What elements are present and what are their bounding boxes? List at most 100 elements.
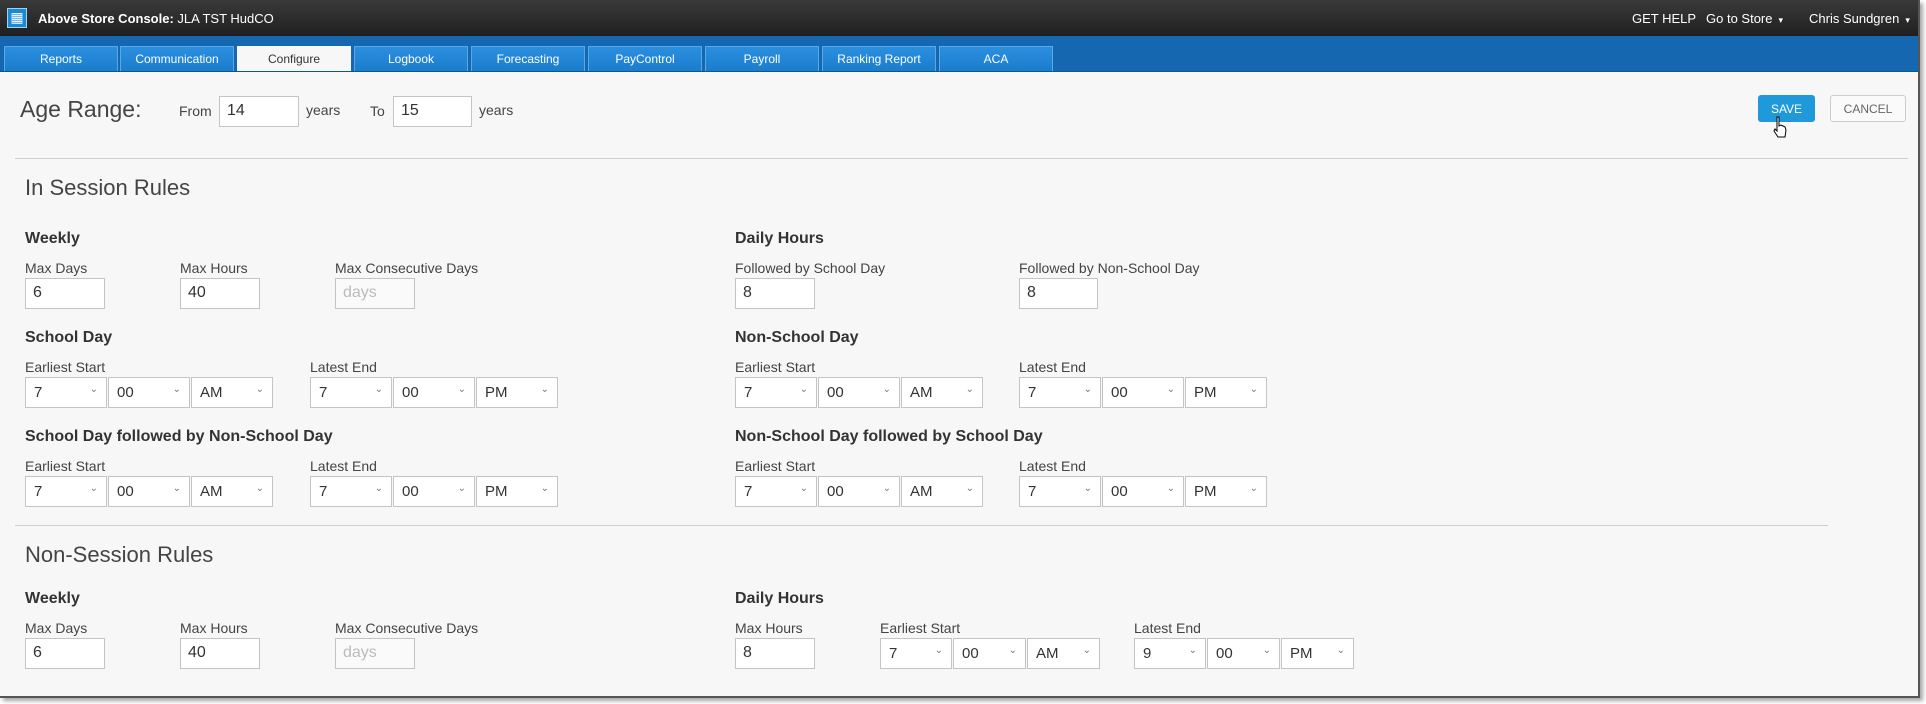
school-day-end-hour-select[interactable]: 7 ⌄ — [310, 377, 392, 408]
followed-by-school-day-input[interactable]: 8 — [735, 278, 815, 309]
non-then-school-end-hour-select[interactable]: 7 ⌄ — [1019, 476, 1101, 507]
chevron-down-icon: ⌄ — [1082, 645, 1091, 656]
school-day-start-hour-select[interactable]: 7 ⌄ — [25, 377, 107, 408]
tab-reports[interactable]: Reports — [4, 46, 118, 71]
select-value: 7 — [1028, 384, 1037, 401]
tab-paycontrol[interactable]: PayControl — [588, 46, 702, 71]
non-session-title: Non-Session Rules — [25, 542, 214, 567]
select-value: 7 — [744, 483, 753, 500]
non-session-max-days-input[interactable]: 6 — [25, 638, 105, 669]
chevron-down-icon: ⌄ — [1083, 483, 1092, 494]
non-then-school-start-minute-select[interactable]: 00 ⌄ — [818, 476, 900, 507]
in-session-max-days-input[interactable]: 6 — [25, 278, 105, 309]
max-hours-label: Max Hours — [735, 620, 803, 636]
followed-by-school-day-label: Followed by School Day — [735, 260, 886, 276]
max-hours-label: Max Hours — [180, 260, 248, 276]
tab-communication[interactable]: Communication — [120, 46, 234, 71]
non-session-end-ampm-select[interactable]: PM ⌄ — [1281, 638, 1354, 669]
chevron-down-icon: ⌄ — [1262, 645, 1271, 656]
user-menu[interactable]: Chris Sundgren ▾ — [1809, 11, 1910, 26]
in-session-max-consecutive-days-input[interactable]: days — [335, 278, 415, 309]
chevron-down-icon: ⌄ — [1249, 483, 1258, 494]
chevron-down-icon: ⌄ — [255, 483, 264, 494]
school-then-non-end-minute-select[interactable]: 00 ⌄ — [393, 476, 475, 507]
followed-by-non-school-day-label: Followed by Non-School Day — [1019, 260, 1200, 276]
select-value: 7 — [34, 384, 43, 401]
non-then-school-start-ampm-select[interactable]: AM ⌄ — [901, 476, 983, 507]
non-then-school-end-ampm-select[interactable]: PM ⌄ — [1185, 476, 1267, 507]
non-school-day-start-minute-select[interactable]: 00 ⌄ — [818, 377, 900, 408]
chevron-down-icon: ⌄ — [1166, 483, 1175, 494]
chevron-down-icon: ⌄ — [457, 384, 466, 395]
non-session-start-ampm-select[interactable]: AM ⌄ — [1027, 638, 1100, 669]
select-value: 7 — [889, 645, 898, 662]
school-then-non-start-minute-select[interactable]: 00 ⌄ — [108, 476, 190, 507]
chevron-down-icon: ⌄ — [965, 384, 974, 395]
cancel-button[interactable]: CANCEL — [1830, 95, 1906, 122]
tab-forecasting[interactable]: Forecasting — [471, 46, 585, 71]
non-session-end-minute-select[interactable]: 00 ⌄ — [1207, 638, 1280, 669]
select-value: PM — [1194, 483, 1217, 500]
non-school-day-end-ampm-select[interactable]: PM ⌄ — [1185, 377, 1267, 408]
school-day-end-minute-select[interactable]: 00 ⌄ — [393, 377, 475, 408]
school-day-start-minute-select[interactable]: 00 ⌄ — [108, 377, 190, 408]
select-value: 7 — [34, 483, 43, 500]
select-value: PM — [485, 483, 508, 500]
school-then-non-end-ampm-select[interactable]: PM ⌄ — [476, 476, 558, 507]
school-then-non-start-ampm-select[interactable]: AM ⌄ — [191, 476, 273, 507]
tab-configure[interactable]: Configure — [237, 46, 351, 71]
non-session-start-minute-select[interactable]: 00 ⌄ — [953, 638, 1026, 669]
school-then-non-start-hour-select[interactable]: 7 ⌄ — [25, 476, 107, 507]
followed-by-non-school-day-input[interactable]: 8 — [1019, 278, 1098, 309]
non-school-day-end-hour-select[interactable]: 7 ⌄ — [1019, 377, 1101, 408]
non-then-school-end-minute-select[interactable]: 00 ⌄ — [1102, 476, 1184, 507]
non-school-day-title: Non-School Day — [735, 329, 859, 346]
school-day-start-ampm-select[interactable]: AM ⌄ — [191, 377, 273, 408]
grid-logo-icon[interactable]: ▦ — [7, 8, 27, 28]
chevron-down-icon: ⌄ — [457, 483, 466, 494]
non-school-day-end-minute-select[interactable]: 00 ⌄ — [1102, 377, 1184, 408]
chevron-down-icon: ⌄ — [799, 483, 808, 494]
non-school-day-start-hour-select[interactable]: 7 ⌄ — [735, 377, 817, 408]
chevron-down-icon: ⌄ — [1166, 384, 1175, 395]
age-range-title: Age Range: — [20, 96, 142, 122]
tab-ranking-report[interactable]: Ranking Report — [822, 46, 936, 71]
latest-end-label: Latest End — [310, 359, 377, 375]
non-session-start-hour-select[interactable]: 7 ⌄ — [880, 638, 952, 669]
age-from-input[interactable]: 14 — [219, 96, 299, 127]
non-session-daily-max-hours-input[interactable]: 8 — [735, 638, 815, 669]
select-value: PM — [1194, 384, 1217, 401]
school-then-non-end-hour-select[interactable]: 7 ⌄ — [310, 476, 392, 507]
chevron-down-icon: ⌄ — [1188, 645, 1197, 656]
tab-logbook[interactable]: Logbook — [354, 46, 468, 71]
tab-payroll[interactable]: Payroll — [705, 46, 819, 71]
select-value: AM — [200, 483, 223, 500]
go-to-store-label: Go to Store — [1706, 11, 1773, 26]
earliest-start-label: Earliest Start — [735, 458, 816, 474]
school-day-end-ampm-select[interactable]: PM ⌄ — [476, 377, 558, 408]
non-school-day-start-ampm-select[interactable]: AM ⌄ — [901, 377, 983, 408]
non-session-end-hour-select[interactable]: 9 ⌄ — [1134, 638, 1206, 669]
latest-end-label: Latest End — [1019, 359, 1086, 375]
in-session-max-hours-input[interactable]: 40 — [180, 278, 260, 309]
school-then-non-school-title: School Day followed by Non-School Day — [25, 428, 333, 445]
select-value: 00 — [402, 384, 419, 401]
latest-end-label: Latest End — [310, 458, 377, 474]
tab-aca[interactable]: ACA — [939, 46, 1053, 71]
chevron-down-icon: ⌄ — [172, 483, 181, 494]
chevron-down-icon: ⌄ — [934, 645, 943, 656]
from-label: From — [179, 103, 212, 119]
chevron-down-icon: ⌄ — [255, 384, 264, 395]
max-consecutive-days-label: Max Consecutive Days — [335, 620, 479, 636]
chevron-down-icon: ⌄ — [1249, 384, 1258, 395]
get-help-link[interactable]: GET HELP — [1632, 11, 1696, 26]
go-to-store-menu[interactable]: Go to Store ▾ — [1706, 11, 1783, 26]
chevron-down-icon: ⌄ — [1008, 645, 1017, 656]
non-session-max-consecutive-days-input[interactable]: days — [335, 638, 415, 669]
caret-down-icon: ▾ — [1905, 15, 1910, 25]
non-session-max-hours-input[interactable]: 40 — [180, 638, 260, 669]
select-value: AM — [910, 384, 933, 401]
age-to-input[interactable]: 15 — [393, 96, 472, 127]
non-then-school-start-hour-select[interactable]: 7 ⌄ — [735, 476, 817, 507]
app-title: Above Store Console: JLA TST HudCO — [38, 11, 274, 26]
